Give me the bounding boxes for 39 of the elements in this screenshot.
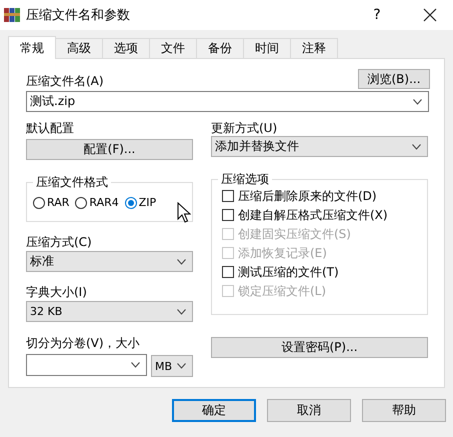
volume-size-field[interactable]: [26, 354, 147, 376]
options-group-title: 压缩选项: [218, 172, 272, 187]
help-button[interactable]: ?: [357, 7, 397, 23]
set-password-button[interactable]: 设置密码(P)...: [211, 337, 428, 358]
archive-name-field[interactable]: 测试.zip: [26, 91, 429, 112]
dictionary-size-dropdown[interactable]: 32 KB: [26, 301, 193, 322]
profiles-button[interactable]: 配置(F)...: [26, 139, 193, 160]
format-radio[interactable]: RAR4: [75, 196, 119, 209]
chevron-icon: [177, 308, 186, 314]
option-checkbox[interactable]: 压缩后删除原来的文件(D): [222, 188, 427, 204]
update-mode-label: 更新方式(U): [211, 120, 278, 136]
compression-method-dropdown[interactable]: 标准: [26, 251, 193, 272]
compression-method-label: 压缩方式(C): [26, 234, 93, 250]
format-radio[interactable]: ZIP: [124, 196, 156, 209]
chevron-icon: [412, 144, 421, 150]
default-profile-label: 默认配置: [26, 120, 75, 136]
split-volumes-label: 切分为分卷(V)，大小: [26, 335, 141, 351]
close-icon[interactable]: [423, 8, 437, 22]
archive-name-label: 压缩文件名(A): [26, 73, 104, 89]
cursor-icon: [177, 202, 191, 223]
tab[interactable]: 常规: [8, 36, 56, 59]
chevron-icon: [413, 98, 422, 104]
tab[interactable]: 注释: [290, 38, 338, 58]
option-checkbox[interactable]: 创建自解压格式压缩文件(X): [222, 207, 427, 223]
browse-button[interactable]: 浏览(B)...: [358, 69, 430, 89]
format-radio[interactable]: RAR: [33, 196, 70, 209]
dialog-button[interactable]: 取消: [267, 399, 351, 422]
chevron-icon: [131, 362, 140, 368]
chevron-icon: [177, 258, 186, 264]
format-group-title: 压缩文件格式: [33, 175, 111, 190]
update-mode-dropdown[interactable]: 添加并替换文件: [211, 136, 428, 157]
dialog-button[interactable]: 确定: [172, 399, 256, 422]
chevron-icon: [177, 363, 186, 369]
window-title: 压缩文件名和参数: [26, 7, 131, 24]
unit-dropdown[interactable]: MB: [151, 355, 193, 377]
app-icon: [4, 7, 20, 23]
option-checkbox[interactable]: 测试压缩的文件(T): [222, 264, 427, 280]
dialog-button[interactable]: 帮助: [362, 399, 446, 422]
dictionary-size-label: 字典大小(I): [26, 284, 88, 300]
